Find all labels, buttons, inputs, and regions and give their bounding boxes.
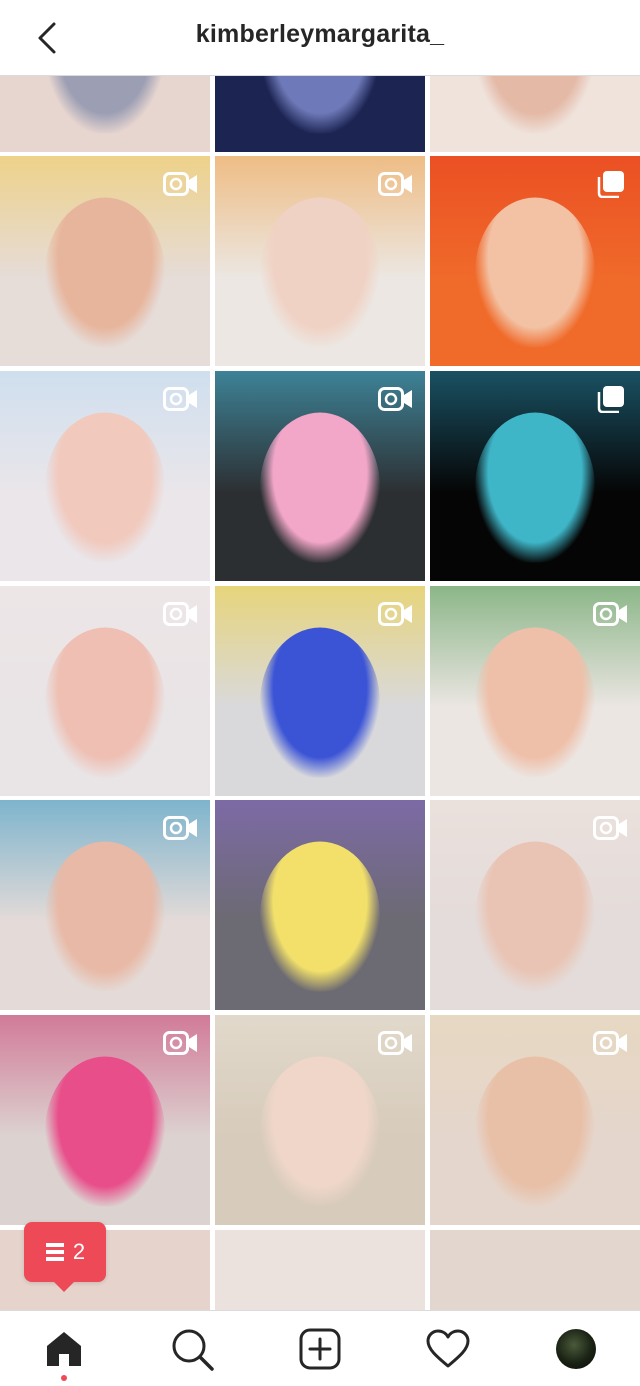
video-badge [162, 170, 200, 198]
grid-post-tile[interactable] [430, 371, 640, 581]
video-icon [378, 387, 412, 411]
header-bar: kimberleymargarita_ [0, 0, 640, 76]
grid-post-tile[interactable] [215, 1015, 425, 1225]
heart-icon [426, 1329, 470, 1368]
video-badge [162, 385, 200, 413]
tab-create[interactable] [296, 1325, 344, 1373]
carousel-badge [592, 385, 630, 413]
video-icon [593, 1031, 627, 1055]
post-thumbnail-subject [475, 841, 595, 992]
post-thumbnail-subject [260, 1056, 380, 1207]
post-thumbnail-subject [260, 841, 380, 992]
video-badge [377, 600, 415, 628]
post-thumbnail-subject [260, 76, 380, 134]
carousel-icon [597, 171, 624, 198]
activity-list-icon [45, 1243, 64, 1261]
grid-post-tile[interactable] [0, 1015, 210, 1225]
post-thumbnail-subject [475, 197, 595, 348]
post-thumbnail-subject [475, 627, 595, 778]
activity-notification-bubble[interactable]: 2 [24, 1222, 106, 1292]
post-thumbnail-subject [260, 197, 380, 348]
video-icon [163, 602, 197, 626]
video-icon [163, 387, 197, 411]
post-thumbnail-subject [475, 1056, 595, 1207]
video-icon [163, 172, 197, 196]
grid-post-tile[interactable] [215, 76, 425, 152]
video-icon [378, 602, 412, 626]
posts-grid [0, 76, 640, 1310]
grid-post-tile[interactable] [430, 156, 640, 366]
profile-username-title: kimberleymargarita_ [195, 20, 445, 48]
video-badge [592, 600, 630, 628]
grid-post-tile[interactable] [0, 800, 210, 1010]
grid-post-tile[interactable] [430, 586, 640, 796]
post-thumbnail-subject [45, 197, 165, 348]
home-icon [47, 1332, 81, 1366]
grid-post-tile[interactable] [215, 800, 425, 1010]
grid-post-tile[interactable] [215, 156, 425, 366]
video-badge [162, 1029, 200, 1057]
video-badge [377, 170, 415, 198]
post-thumbnail-subject [45, 841, 165, 992]
video-badge [377, 385, 415, 413]
profile-avatar-icon [556, 1329, 596, 1369]
grid-post-tile[interactable] [430, 1015, 640, 1225]
post-thumbnail-subject [475, 412, 595, 563]
notification-count: 2 [72, 1239, 86, 1264]
video-icon [378, 1031, 412, 1055]
home-active-dot [61, 1375, 67, 1381]
grid-post-tile[interactable] [0, 371, 210, 581]
post-thumbnail-subject [260, 412, 380, 563]
post-thumbnail-subject [45, 1056, 165, 1207]
grid-post-tile[interactable] [215, 371, 425, 581]
grid-post-tile[interactable] [215, 586, 425, 796]
video-badge [377, 1029, 415, 1057]
tab-activity[interactable] [424, 1325, 472, 1373]
video-icon [593, 816, 627, 840]
search-icon [172, 1329, 214, 1371]
post-thumbnail-subject [260, 627, 380, 778]
post-thumbnail-subject [475, 76, 595, 134]
post-thumbnail-subject [45, 76, 165, 134]
grid-post-tile[interactable] [0, 156, 210, 366]
grid-post-tile[interactable] [430, 800, 640, 1010]
grid-post-tile[interactable] [215, 1230, 425, 1310]
add-square-icon [299, 1328, 341, 1370]
video-icon [593, 602, 627, 626]
carousel-icon [597, 386, 624, 413]
grid-post-tile[interactable] [430, 76, 640, 152]
grid-post-tile[interactable] [0, 586, 210, 796]
grid-post-tile[interactable] [0, 76, 210, 152]
carousel-badge [592, 170, 630, 198]
video-badge [592, 1029, 630, 1057]
post-thumbnail-subject [45, 627, 165, 778]
video-badge [162, 600, 200, 628]
video-badge [162, 814, 200, 842]
tab-search[interactable] [168, 1325, 216, 1373]
bottom-tab-bar [0, 1310, 640, 1386]
video-icon [163, 1031, 197, 1055]
grid-post-tile[interactable] [430, 1230, 640, 1310]
video-badge [592, 814, 630, 842]
video-icon [163, 816, 197, 840]
tab-profile[interactable] [552, 1325, 600, 1373]
video-icon [378, 172, 412, 196]
post-thumbnail-subject [45, 412, 165, 563]
tab-home[interactable] [40, 1325, 88, 1373]
